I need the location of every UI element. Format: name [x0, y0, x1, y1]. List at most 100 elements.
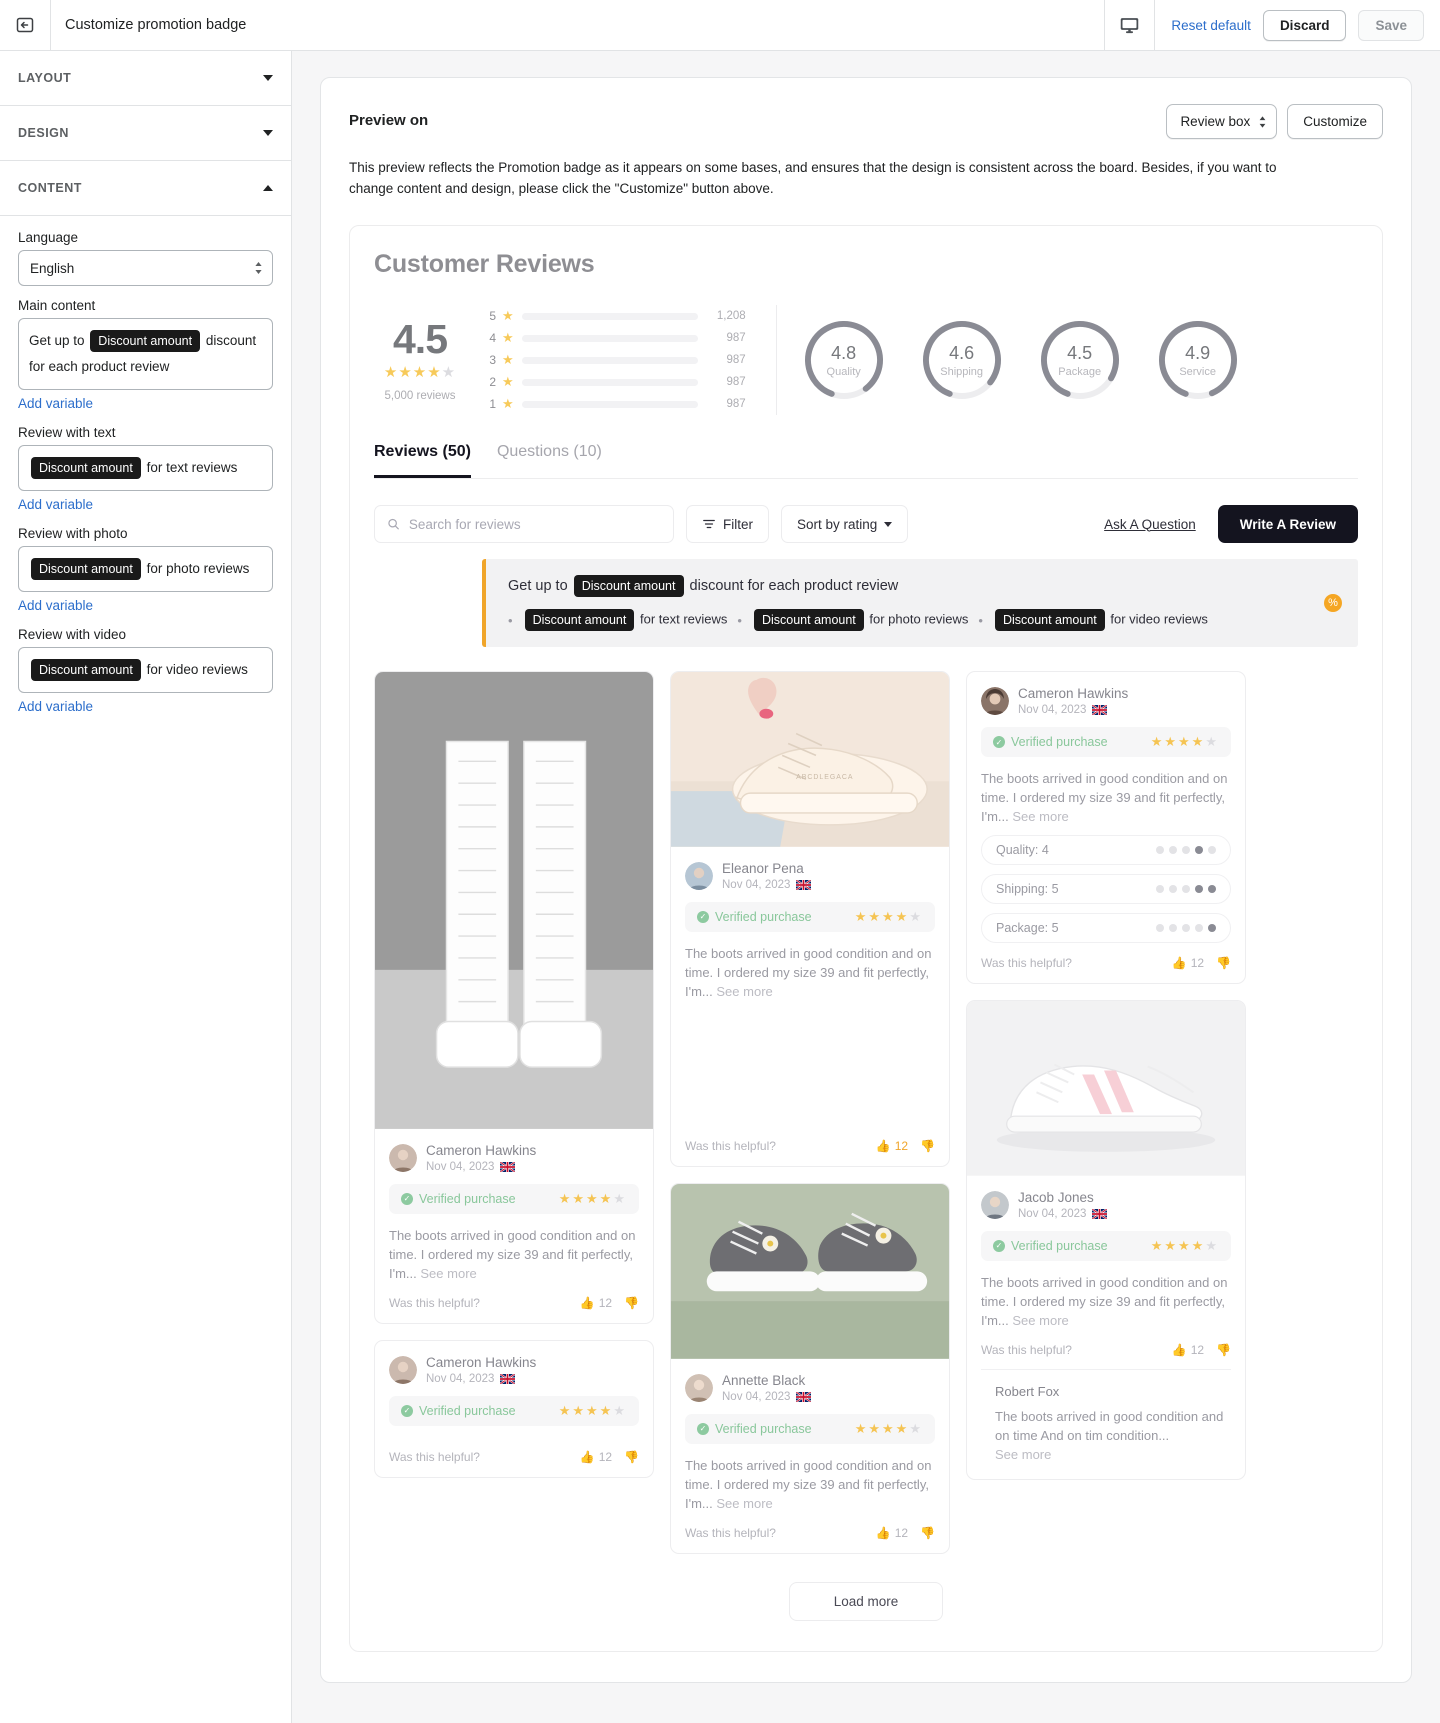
- helpful-row: Was this helpful? 👍 12 👎: [389, 1450, 639, 1464]
- verified-badge: ✓ Verified purchase: [401, 1404, 516, 1418]
- add-variable-main-content[interactable]: Add variable: [18, 396, 93, 411]
- rating-dot: [1195, 846, 1203, 855]
- attribute-label: Package: 5: [996, 921, 1059, 936]
- variable-tag-discount-amount[interactable]: Discount amount: [90, 330, 201, 353]
- variable-tag-discount-amount[interactable]: Discount amount: [31, 457, 141, 480]
- thumbs-down-button[interactable]: 👎: [920, 1526, 935, 1540]
- verified-label: Verified purchase: [1011, 1238, 1108, 1253]
- variable-tag-discount-amount[interactable]: Discount amount: [31, 558, 141, 581]
- avatar-image: [981, 687, 1009, 716]
- desktop-glyph: [1121, 17, 1139, 33]
- sort-by-rating-button[interactable]: Sort by rating: [781, 505, 909, 543]
- main-content-input[interactable]: Get up to Discount amount discount for e…: [18, 318, 273, 390]
- thumbs-up-button[interactable]: 👍 12: [876, 1526, 908, 1540]
- desktop-icon[interactable]: [1104, 0, 1156, 50]
- rating-bar-row[interactable]: 5 ★ 1,208: [482, 305, 745, 327]
- see-more-link[interactable]: See more: [420, 1266, 476, 1281]
- language-select[interactable]: English: [18, 250, 273, 286]
- filter-button[interactable]: Filter: [686, 505, 769, 543]
- thumbs-up-button[interactable]: 👍 12: [876, 1139, 908, 1153]
- review-photo-beige-chunky-sneaker: ABCDLEGACA: [671, 672, 949, 847]
- discard-button[interactable]: Discard: [1262, 9, 1347, 41]
- load-more-button[interactable]: Load more: [788, 1581, 944, 1621]
- thumbs-down-button[interactable]: 👎: [920, 1139, 935, 1153]
- review-date: Nov 04, 2023: [722, 1390, 791, 1403]
- review-card-body: Annette Black Nov 04, 2023 ✓ Verified pu…: [671, 1359, 949, 1553]
- attribute-value: 4.9: [1185, 342, 1211, 363]
- helpful-row: Was this helpful? 👍 12 👎: [685, 1139, 935, 1153]
- language-label: Language: [18, 230, 79, 245]
- sidebar-section-layout[interactable]: LAYOUT: [0, 51, 291, 106]
- add-variable-review-with-photo[interactable]: Add variable: [18, 598, 93, 613]
- reviews-column-2: ABCDLEGACA Eleanor Pena Nov 04, 2023 ✓ V…: [670, 671, 950, 1554]
- rating-bar-row[interactable]: 2 ★ 987: [482, 371, 745, 393]
- content-panel: Language English Main content Get up to …: [0, 216, 291, 748]
- review-with-video-input[interactable]: Discount amount for video reviews: [18, 647, 273, 693]
- avatar-image: [685, 1373, 713, 1402]
- see-more-link[interactable]: See more: [716, 984, 772, 999]
- reviews-column-3: Cameron Hawkins Nov 04, 2023 ✓ Verified …: [966, 671, 1246, 1553]
- rating-bar-row[interactable]: 1 ★ 987: [482, 393, 745, 415]
- uk-flag-icon: [796, 1391, 812, 1402]
- variable-tag-discount-amount: Discount amount: [994, 609, 1105, 632]
- review-rating-stars: ★★★★★: [1150, 1237, 1219, 1253]
- average-score-block: 4.5 ★★★★★ 5,000 reviews: [374, 317, 474, 402]
- review-card-body: Cameron Hawkins Nov 04, 2023 ✓ Verified …: [375, 1129, 653, 1323]
- uk-flag-icon: [1092, 1208, 1108, 1219]
- reviews-toolbar: Filter Sort by rating Ask A Question Wri…: [374, 505, 1358, 543]
- bullet-icon: •: [978, 612, 983, 628]
- widget-tabs: Reviews (50) Questions (10): [374, 443, 1358, 479]
- sidebar-section-design[interactable]: DESIGN: [0, 106, 291, 161]
- helpful-actions: 👍 12 👎: [580, 1296, 639, 1310]
- avatar: [981, 1190, 1009, 1219]
- thumbs-down-button[interactable]: 👎: [624, 1450, 639, 1464]
- star-icon: ★: [502, 352, 514, 367]
- sidebar-section-content[interactable]: CONTENT: [0, 161, 291, 216]
- helpful-count: 12: [598, 1295, 613, 1310]
- thumbs-up-button[interactable]: 👍 12: [580, 1450, 612, 1464]
- reset-default-button[interactable]: Reset default: [1171, 18, 1251, 33]
- add-variable-review-with-text[interactable]: Add variable: [18, 497, 93, 512]
- variable-tag-discount-amount[interactable]: Discount amount: [31, 659, 141, 682]
- avatar: [685, 861, 713, 890]
- helpful-label: Was this helpful?: [981, 1342, 1072, 1357]
- see-more-link[interactable]: See more: [1012, 809, 1068, 824]
- rating-bar-track: [521, 378, 698, 386]
- rating-bar-row[interactable]: 4 ★ 987: [482, 327, 745, 349]
- reply-text: The boots arrived in good condition and …: [995, 1407, 1231, 1464]
- write-a-review-button[interactable]: Write A Review: [1217, 505, 1358, 543]
- review-text: The boots arrived in good condition and …: [389, 1226, 639, 1283]
- review-with-photo-input[interactable]: Discount amount for photo reviews: [18, 546, 273, 592]
- ask-a-question-link[interactable]: Ask A Question: [1104, 517, 1196, 532]
- verified-purchase-row: ✓ Verified purchase ★★★★★: [389, 1183, 639, 1214]
- rating-bar-row[interactable]: 3 ★ 987: [482, 349, 745, 371]
- reviewer-name: Annette Black: [722, 1372, 806, 1388]
- thumbs-up-button[interactable]: 👍 12: [1172, 1343, 1204, 1357]
- helpful-label: Was this helpful?: [981, 956, 1072, 971]
- see-more-link[interactable]: See more: [1012, 1313, 1068, 1328]
- collapse-panel-icon[interactable]: [0, 0, 51, 50]
- review-card: Cameron Hawkins Nov 04, 2023 ✓ Verified …: [374, 671, 654, 1324]
- tab-reviews[interactable]: Reviews (50): [374, 443, 471, 478]
- thumbs-up-button[interactable]: 👍 12: [580, 1296, 612, 1310]
- customize-button[interactable]: Customize: [1287, 104, 1383, 139]
- filter-icon: [703, 519, 715, 529]
- preview-target-select[interactable]: Review box: [1166, 104, 1278, 139]
- save-button[interactable]: Save: [1358, 9, 1424, 41]
- thumbs-up-button[interactable]: 👍 12: [1172, 956, 1204, 970]
- search-reviews-box[interactable]: [374, 505, 674, 543]
- see-more-link[interactable]: See more: [716, 1496, 772, 1511]
- search-input[interactable]: [408, 516, 661, 532]
- thumbs-down-button[interactable]: 👎: [1216, 1343, 1231, 1357]
- add-variable-review-with-video[interactable]: Add variable: [18, 699, 93, 714]
- promotion-badge-banner: Get up to Discount amount discount for e…: [482, 559, 1358, 648]
- thumbs-down-button[interactable]: 👎: [1216, 956, 1231, 970]
- review-date: Nov 04, 2023: [1018, 704, 1087, 717]
- reply-body: The boots arrived in good condition and …: [995, 1408, 1224, 1443]
- thumbs-down-button[interactable]: 👎: [624, 1296, 639, 1310]
- tab-questions[interactable]: Questions (10): [497, 443, 602, 478]
- uk-flag-icon: [796, 879, 812, 890]
- review-with-text-input[interactable]: Discount amount for text reviews: [18, 445, 273, 491]
- avatar-image: [389, 1355, 417, 1384]
- see-more-link[interactable]: See more: [995, 1447, 1051, 1462]
